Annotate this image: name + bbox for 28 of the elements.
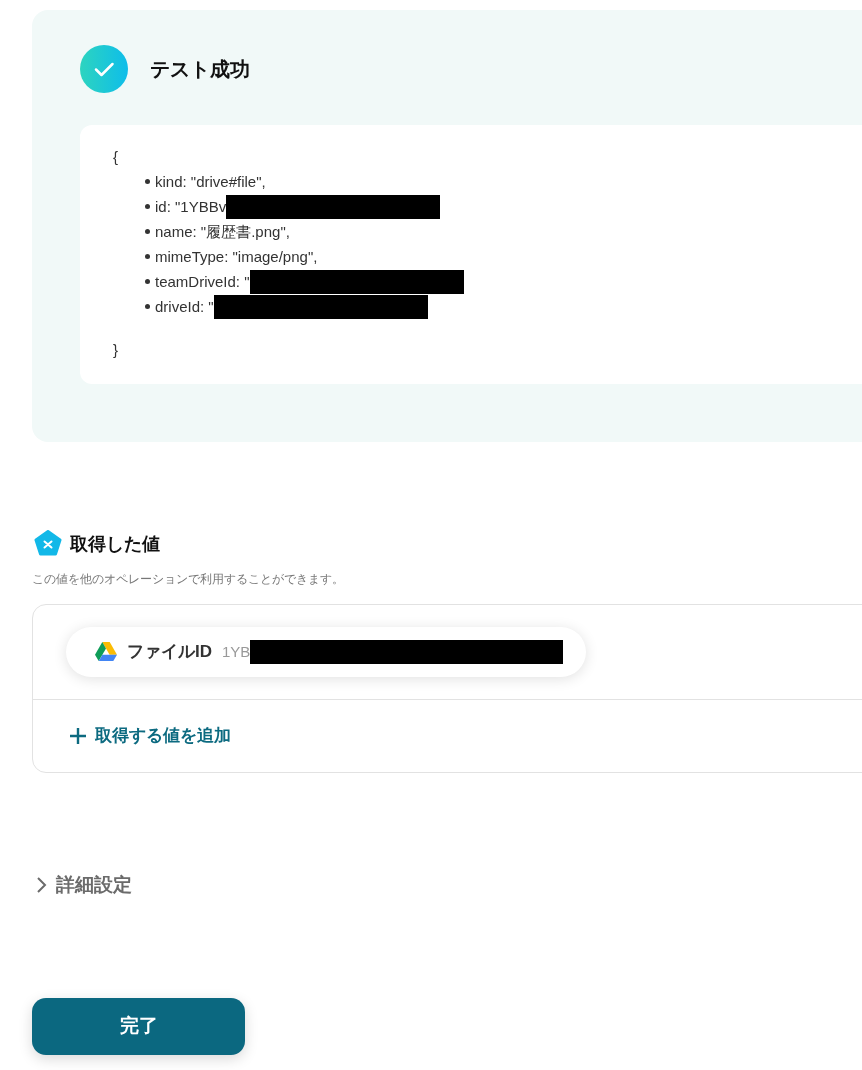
bullet-icon: [145, 229, 150, 234]
bullet-icon: [145, 304, 150, 309]
done-button[interactable]: 完了: [32, 997, 245, 1055]
close-brace: }: [113, 340, 118, 360]
variable-icon: [34, 530, 62, 558]
section-description: この値を他のオペレーションで利用することができます。: [31, 571, 344, 588]
field-text: mimeType: "image/png",: [155, 246, 318, 267]
value-text: 1YB: [222, 641, 251, 662]
bullet-icon: [145, 279, 150, 284]
open-brace: {: [113, 147, 118, 167]
bullet-icon: [145, 179, 150, 184]
advanced-settings-toggle[interactable]: 詳細設定: [34, 871, 132, 900]
chevron-icon: [34, 876, 48, 895]
check-icon: [80, 45, 128, 93]
field-text: teamDriveId: ": [155, 271, 250, 292]
value-label: ファイルID: [127, 641, 212, 664]
bullet-icon: [145, 254, 150, 259]
field-text: kind: "drive#file",: [155, 171, 266, 192]
plus-icon: [69, 727, 87, 745]
field-text: name: "履歴書.png",: [155, 221, 290, 242]
value-chip[interactable]: ファイルID 1YB: [66, 627, 586, 677]
field-text: id: "1YBBv: [155, 196, 227, 217]
section-title: 取得した値: [70, 532, 160, 556]
add-value-button[interactable]: 取得する値を追加: [69, 723, 231, 749]
drive-icon: [95, 642, 117, 662]
field-text: driveId: ": [155, 296, 214, 317]
success-title: テスト成功: [150, 57, 250, 82]
bullet-icon: [145, 204, 150, 209]
